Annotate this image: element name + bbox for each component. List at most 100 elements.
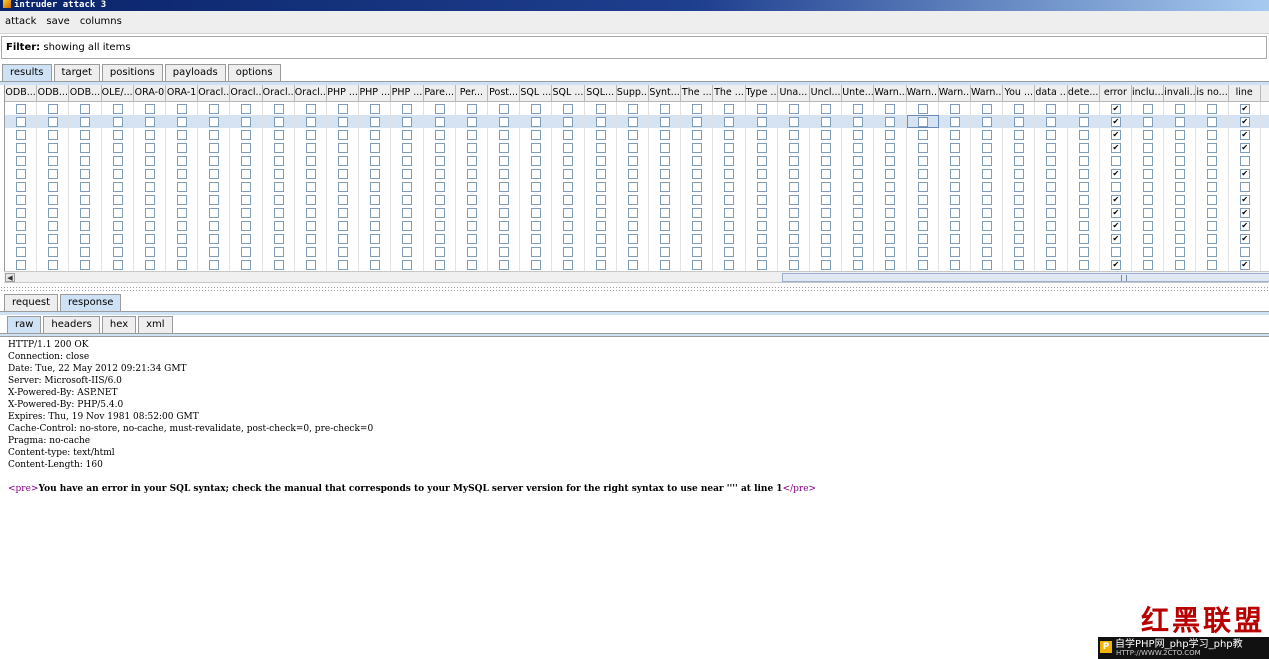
table-checkbox[interactable] — [885, 247, 896, 257]
menu-save[interactable]: save — [41, 11, 74, 32]
table-checkbox[interactable] — [595, 247, 606, 257]
table-checkbox[interactable]: ✔ — [1239, 130, 1250, 140]
table-checkbox[interactable] — [112, 117, 123, 127]
table-checkbox[interactable]: ✔ — [1239, 169, 1250, 179]
table-row[interactable]: ✔ ✔ — [5, 141, 1269, 154]
column-header[interactable]: Supp... — [616, 85, 649, 102]
table-checkbox[interactable] — [80, 195, 91, 205]
table-checkbox[interactable] — [434, 169, 445, 179]
horizontal-scrollbar[interactable]: ◀ — [4, 271, 1269, 283]
table-checkbox[interactable]: ✔ — [1110, 117, 1121, 127]
table-checkbox[interactable] — [788, 104, 799, 114]
table-checkbox[interactable] — [144, 195, 155, 205]
table-checkbox[interactable] — [660, 247, 671, 257]
table-checkbox[interactable] — [756, 130, 767, 140]
column-header[interactable]: SQL ... — [520, 85, 553, 102]
table-checkbox[interactable] — [1207, 156, 1218, 166]
table-checkbox[interactable] — [338, 104, 349, 114]
table-checkbox[interactable] — [692, 234, 703, 244]
table-checkbox[interactable] — [305, 104, 316, 114]
table-checkbox[interactable] — [885, 143, 896, 153]
table-checkbox[interactable] — [48, 182, 59, 192]
table-checkbox[interactable]: ✔ — [1110, 104, 1121, 114]
table-checkbox[interactable] — [1046, 104, 1057, 114]
table-checkbox[interactable]: ✔ — [1110, 234, 1121, 244]
table-checkbox[interactable] — [466, 156, 477, 166]
table-checkbox[interactable]: ✔ — [1239, 260, 1250, 270]
table-checkbox[interactable] — [821, 182, 832, 192]
table-checkbox[interactable] — [660, 104, 671, 114]
table-checkbox[interactable] — [1143, 260, 1154, 270]
table-checkbox[interactable] — [144, 182, 155, 192]
table-checkbox[interactable] — [466, 143, 477, 153]
table-checkbox[interactable] — [885, 260, 896, 270]
table-checkbox[interactable] — [821, 234, 832, 244]
table-checkbox[interactable] — [692, 247, 703, 257]
table-checkbox[interactable] — [982, 234, 993, 244]
table-checkbox[interactable] — [949, 182, 960, 192]
table-checkbox[interactable]: ✔ — [1110, 260, 1121, 270]
table-checkbox[interactable] — [595, 143, 606, 153]
column-header[interactable]: Post... — [488, 85, 521, 102]
table-checkbox[interactable] — [48, 234, 59, 244]
table-checkbox[interactable] — [627, 156, 638, 166]
table-checkbox[interactable] — [724, 169, 735, 179]
table-checkbox[interactable] — [885, 221, 896, 231]
table-checkbox[interactable] — [370, 182, 381, 192]
table-checkbox[interactable] — [821, 169, 832, 179]
table-checkbox[interactable] — [531, 117, 542, 127]
table-checkbox[interactable] — [885, 130, 896, 140]
table-checkbox[interactable] — [853, 260, 864, 270]
table-checkbox[interactable] — [338, 182, 349, 192]
table-checkbox[interactable] — [273, 208, 284, 218]
menu-columns[interactable]: columns — [75, 11, 127, 32]
table-checkbox[interactable] — [692, 104, 703, 114]
table-checkbox[interactable] — [692, 182, 703, 192]
tab-target[interactable]: target — [53, 64, 100, 82]
table-checkbox[interactable]: ✔ — [1110, 169, 1121, 179]
table-checkbox[interactable] — [627, 117, 638, 127]
tab-options[interactable]: options — [227, 64, 281, 82]
table-checkbox[interactable] — [1014, 117, 1025, 127]
table-checkbox[interactable] — [949, 117, 960, 127]
table-checkbox[interactable] — [80, 208, 91, 218]
table-checkbox[interactable] — [16, 247, 27, 257]
table-checkbox[interactable] — [692, 169, 703, 179]
table-checkbox[interactable] — [660, 130, 671, 140]
table-checkbox[interactable] — [16, 143, 27, 153]
table-checkbox[interactable] — [692, 130, 703, 140]
table-checkbox[interactable] — [1239, 247, 1250, 257]
table-checkbox[interactable] — [724, 117, 735, 127]
table-checkbox[interactable] — [531, 143, 542, 153]
table-checkbox[interactable] — [273, 156, 284, 166]
table-checkbox[interactable] — [338, 156, 349, 166]
table-checkbox[interactable] — [402, 260, 413, 270]
column-header[interactable]: Unte... — [842, 85, 875, 102]
table-checkbox[interactable] — [80, 104, 91, 114]
column-header[interactable]: Warn... — [971, 85, 1004, 102]
table-checkbox[interactable] — [273, 169, 284, 179]
table-checkbox[interactable] — [660, 221, 671, 231]
table-checkbox[interactable] — [1014, 195, 1025, 205]
table-checkbox[interactable] — [563, 195, 574, 205]
table-checkbox[interactable] — [885, 117, 896, 127]
table-checkbox[interactable] — [821, 221, 832, 231]
table-checkbox[interactable] — [80, 169, 91, 179]
table-checkbox[interactable] — [660, 156, 671, 166]
table-checkbox[interactable] — [370, 169, 381, 179]
table-checkbox[interactable]: ✔ — [1239, 234, 1250, 244]
table-checkbox[interactable] — [692, 195, 703, 205]
table-checkbox[interactable] — [1014, 130, 1025, 140]
table-checkbox[interactable] — [209, 169, 220, 179]
table-checkbox[interactable] — [144, 247, 155, 257]
table-checkbox[interactable] — [209, 156, 220, 166]
table-checkbox[interactable] — [788, 221, 799, 231]
table-checkbox[interactable] — [1207, 117, 1218, 127]
table-checkbox[interactable] — [853, 234, 864, 244]
table-checkbox[interactable] — [885, 195, 896, 205]
table-checkbox[interactable] — [241, 221, 252, 231]
table-checkbox[interactable] — [660, 234, 671, 244]
table-checkbox[interactable] — [917, 143, 928, 153]
table-checkbox[interactable] — [370, 130, 381, 140]
tab-payloads[interactable]: payloads — [164, 64, 226, 82]
